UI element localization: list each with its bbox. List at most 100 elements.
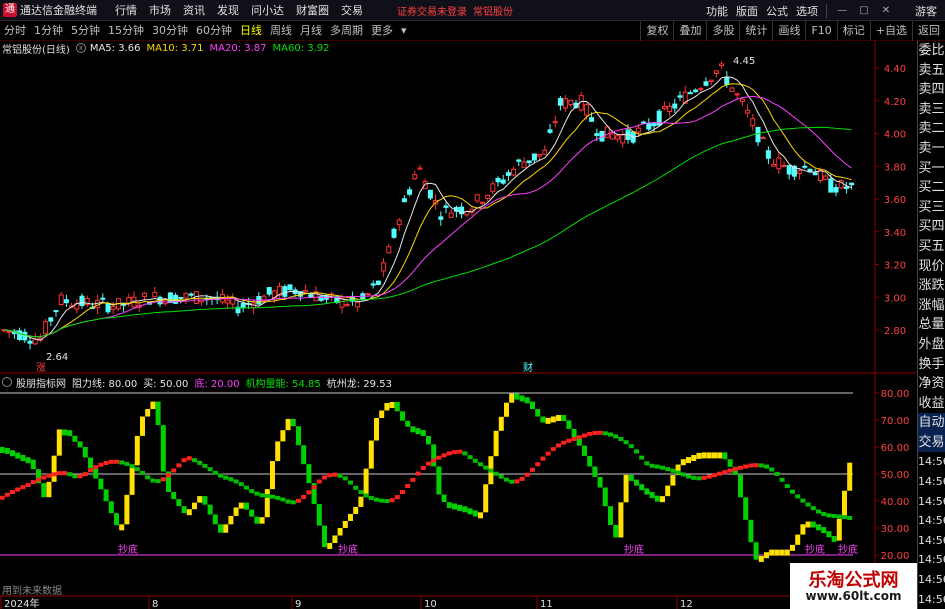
signal-bar xyxy=(249,489,255,494)
signal-bar xyxy=(4,492,10,497)
candle-body xyxy=(677,95,683,98)
sidebar-item[interactable]: 净资 xyxy=(918,374,945,394)
indicator-bar xyxy=(67,430,73,437)
sidebar-item[interactable]: 14:56 xyxy=(918,570,945,590)
sidebar-item[interactable]: 现价 xyxy=(918,257,945,277)
maximize-icon[interactable]: □ xyxy=(857,4,871,18)
collapse-icon[interactable] xyxy=(2,377,12,387)
sidebar-item[interactable]: 14:56 xyxy=(918,492,945,512)
sidebar-item[interactable]: 14:56 xyxy=(918,590,945,609)
tool-f10[interactable]: F10 xyxy=(805,21,836,41)
menu-quotes[interactable]: 行情 xyxy=(115,2,137,18)
sidebar-item[interactable]: 卖四 xyxy=(918,80,945,100)
period-more[interactable]: 更多 xyxy=(367,22,397,40)
minimize-icon[interactable]: — xyxy=(835,4,849,18)
menu-news[interactable]: 资讯 xyxy=(183,2,205,18)
period-monthly[interactable]: 月线 xyxy=(296,22,326,40)
sidebar-item[interactable]: 卖五 xyxy=(918,61,945,81)
period-60min[interactable]: 60分钟 xyxy=(192,22,236,40)
indicator-bar xyxy=(82,447,88,458)
indicator-bar xyxy=(10,450,15,457)
sidebar-item[interactable]: 14:56 xyxy=(918,550,945,570)
sidebar-item[interactable]: 总量 xyxy=(918,315,945,335)
sidebar-item[interactable]: 卖一 xyxy=(918,139,945,159)
stock-chart[interactable]: 4.40 4.20 4.00 3.80 3.60 3.40 3.20 3.00 2.80 80.0… xyxy=(0,41,917,609)
signal-bar xyxy=(504,477,509,482)
candle-body xyxy=(781,165,787,168)
candle-body xyxy=(495,178,501,183)
signal-bar xyxy=(493,471,499,476)
candle-body xyxy=(500,179,506,184)
menu-formula[interactable]: 公式 xyxy=(766,3,788,19)
signal-bar xyxy=(571,436,577,441)
price-tick-label: 3.80 xyxy=(884,162,906,173)
menu-wealth[interactable]: 财富圈 xyxy=(296,2,329,18)
signal-bar xyxy=(452,450,457,455)
signal-bar xyxy=(665,467,671,472)
sidebar-item[interactable]: 买五 xyxy=(918,237,945,257)
menu-function[interactable]: 功能 xyxy=(706,3,728,19)
sidebar-item[interactable]: 买二 xyxy=(918,178,945,198)
period-15min[interactable]: 15分钟 xyxy=(104,22,148,40)
signal-bar xyxy=(93,465,99,470)
guest-login-button[interactable]: 游客 xyxy=(915,3,937,19)
candle-body xyxy=(604,126,610,138)
period-1min[interactable]: 1分钟 xyxy=(30,22,67,40)
ind-tick-label: 50.00 xyxy=(881,470,910,481)
signal-bar xyxy=(10,490,15,495)
sidebar-item[interactable]: 换手 xyxy=(918,355,945,375)
signal-bar xyxy=(358,490,364,495)
signal-bar xyxy=(582,433,587,438)
event-up-badge: 涨 xyxy=(36,362,46,374)
sidebar-item[interactable]: 买三 xyxy=(918,198,945,218)
menu-market[interactable]: 市场 xyxy=(149,2,171,18)
tool-stats[interactable]: 统计 xyxy=(739,21,772,41)
sidebar-item[interactable]: 14:56 xyxy=(918,511,945,531)
candle-body xyxy=(557,98,563,106)
date-label: 12 xyxy=(680,599,693,609)
sidebar-item[interactable]: 收益 xyxy=(918,394,945,414)
candle-body xyxy=(303,289,309,293)
sidebar-item[interactable]: 自动 xyxy=(918,413,945,433)
signal-bar xyxy=(405,484,411,489)
tool-add-watch[interactable]: +自选 xyxy=(869,21,912,41)
sidebar-item[interactable]: 卖二 xyxy=(918,119,945,139)
period-30min[interactable]: 30分钟 xyxy=(148,22,192,40)
sidebar-item[interactable]: 涨跌 xyxy=(918,276,945,296)
menu-discover[interactable]: 发现 xyxy=(217,2,239,18)
indicator-bar xyxy=(717,452,723,459)
tool-adjust[interactable]: 复权 xyxy=(640,21,673,41)
menu-layout[interactable]: 版面 xyxy=(736,3,758,19)
indicator-bar xyxy=(561,415,567,422)
sidebar-item[interactable]: 卖三 xyxy=(918,100,945,120)
tool-draw[interactable]: 画线 xyxy=(772,21,805,41)
tool-multi-stock[interactable]: 多股 xyxy=(706,21,739,41)
sidebar-item[interactable]: 委比 xyxy=(918,41,945,61)
tool-back[interactable]: 返回 xyxy=(912,21,945,41)
menu-options[interactable]: 选项 xyxy=(796,3,818,19)
indicator-bar xyxy=(140,416,145,436)
signal-bar xyxy=(264,494,270,499)
period-multi[interactable]: 多周期 xyxy=(326,22,367,40)
chevron-down-icon[interactable]: ▾ xyxy=(397,22,411,40)
sidebar-item[interactable]: 14:56 xyxy=(918,452,945,472)
tool-mark[interactable]: 标记 xyxy=(836,21,870,41)
sidebar-item[interactable]: 14:56 xyxy=(918,531,945,551)
sidebar-item[interactable]: 买四 xyxy=(918,217,945,237)
close-icon[interactable]: ✕ xyxy=(879,4,893,18)
menu-trade[interactable]: 交易 xyxy=(341,2,363,18)
indicator-bar xyxy=(509,393,515,403)
period-5min[interactable]: 5分钟 xyxy=(67,22,104,40)
tool-overlay[interactable]: 叠加 xyxy=(673,21,706,41)
period-daily[interactable]: 日线 xyxy=(236,22,266,40)
login-notice[interactable]: 证券交易未登录 xyxy=(397,3,467,18)
menu-ask[interactable]: 问小达 xyxy=(251,2,284,18)
sidebar-item[interactable]: 买一 xyxy=(918,159,945,179)
period-weekly[interactable]: 周线 xyxy=(266,22,296,40)
collapse-icon[interactable]: x xyxy=(75,43,86,53)
sidebar-item[interactable]: 14:56 xyxy=(918,472,945,492)
sidebar-item[interactable]: 交易 xyxy=(918,432,945,453)
period-tick[interactable]: 分时 xyxy=(0,22,30,40)
sidebar-item[interactable]: 外盘 xyxy=(918,335,945,355)
sidebar-item[interactable]: 涨幅 xyxy=(918,296,945,316)
